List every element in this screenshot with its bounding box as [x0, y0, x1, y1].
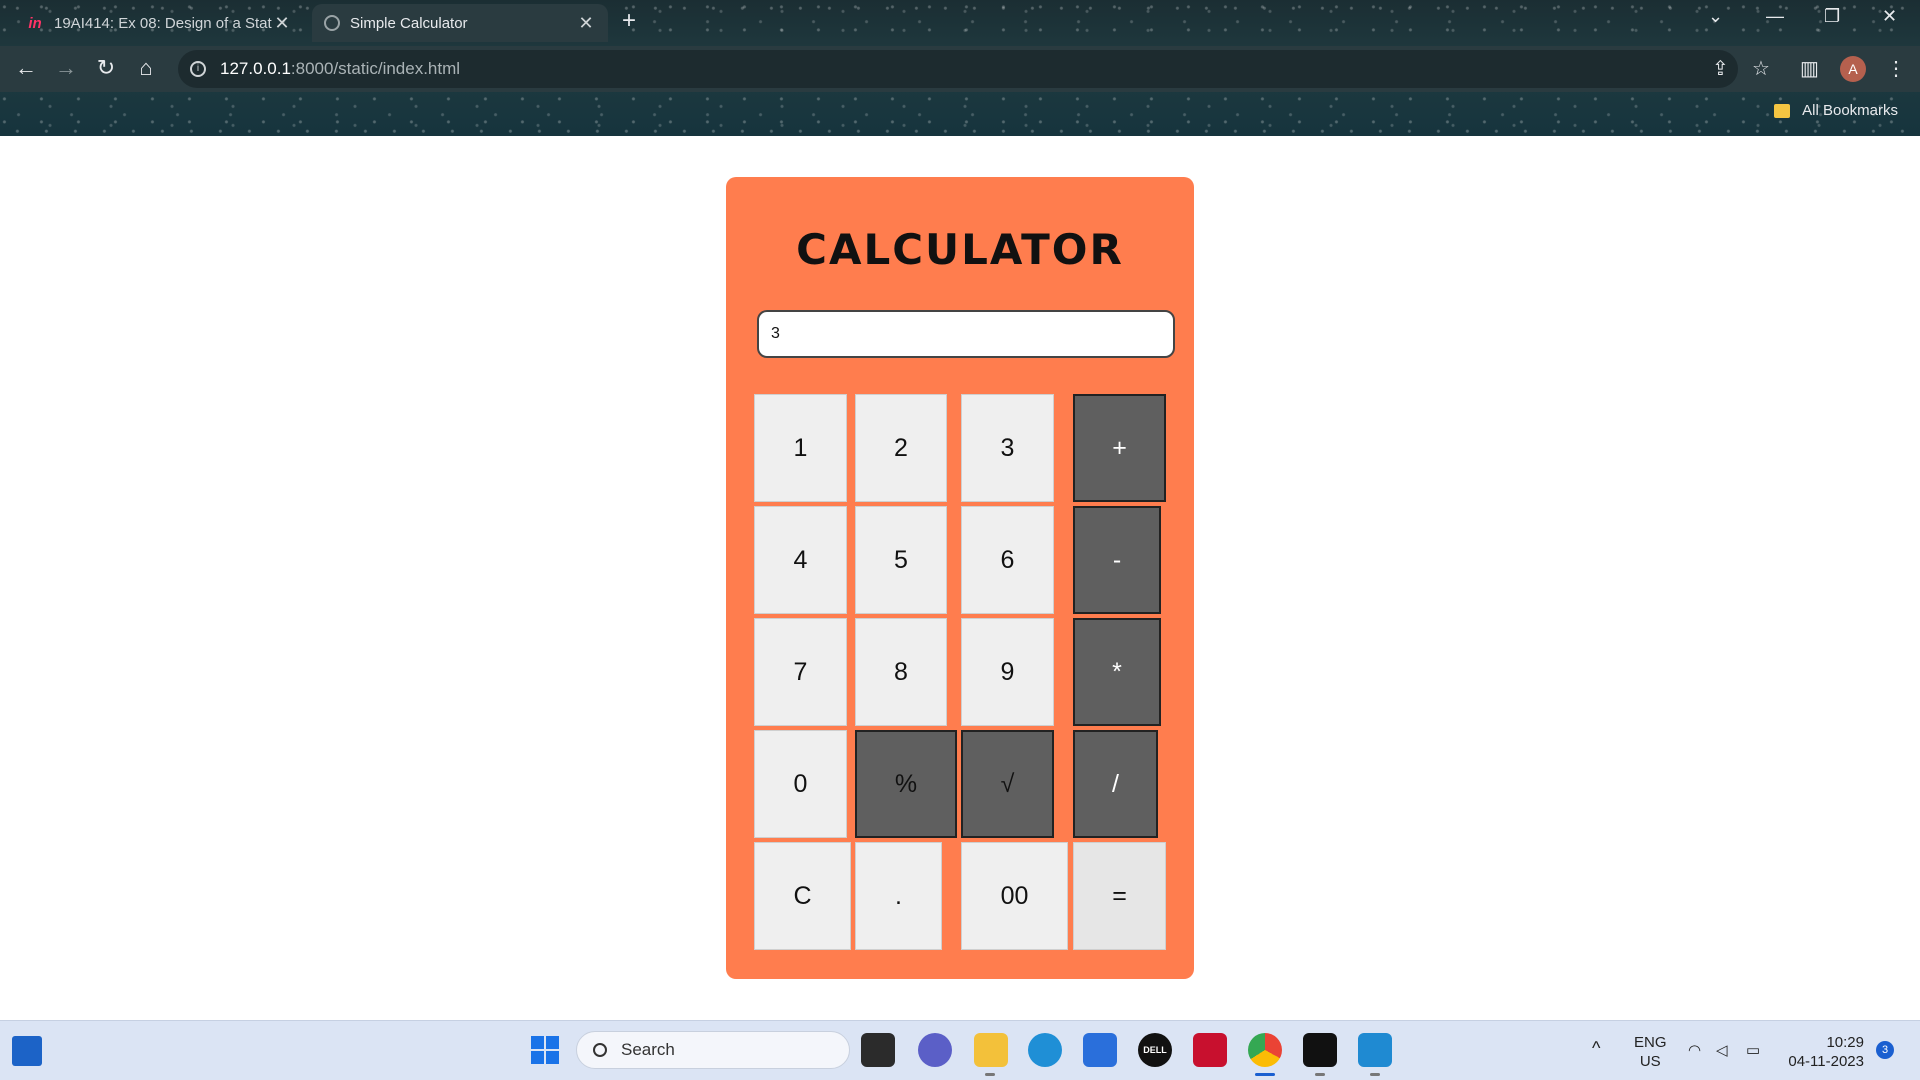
close-tab-icon[interactable]: ✕ [272, 13, 292, 34]
key-3[interactable]: 3 [961, 394, 1054, 502]
side-panel-icon[interactable]: ▥ [1800, 56, 1819, 81]
language-label: ENG [1634, 1034, 1667, 1051]
reload-icon[interactable]: ↻ [92, 56, 120, 80]
invision-icon: in [28, 14, 42, 32]
windows-taskbar: Search DELL ^ ENG US ◠ ◁ ▭ 10:29 04-11-2… [0, 1020, 1920, 1080]
home-icon[interactable]: ⌂ [132, 56, 160, 80]
key-clear[interactable]: C [754, 842, 851, 950]
calculator-display[interactable] [757, 310, 1175, 358]
key-0[interactable]: 0 [754, 730, 847, 838]
task-view-icon[interactable] [861, 1033, 895, 1067]
windows-start-icon[interactable] [528, 1033, 562, 1067]
search-label: Search [621, 1040, 675, 1059]
url-path: :8000/static/index.html [290, 59, 461, 78]
key-6[interactable]: 6 [961, 506, 1054, 614]
edge-browser-icon[interactable] [1028, 1033, 1062, 1067]
minimize-button[interactable]: — [1766, 6, 1784, 27]
widgets-icon[interactable] [12, 1036, 42, 1066]
time-label: 10:29 [1826, 1034, 1864, 1051]
notification-badge[interactable]: 3 [1876, 1041, 1894, 1059]
battery-icon[interactable]: ▭ [1746, 1041, 1760, 1060]
forward-icon[interactable]: → [52, 56, 80, 80]
site-info-icon[interactable]: i [190, 61, 206, 77]
key-1[interactable]: 1 [754, 394, 847, 502]
folder-icon [1774, 103, 1791, 118]
vscode-icon[interactable] [1358, 1033, 1392, 1067]
language-indicator[interactable]: ENG US [1634, 1033, 1667, 1071]
running-indicator [985, 1073, 995, 1076]
key-2[interactable]: 2 [855, 394, 947, 502]
key-minus[interactable]: - [1073, 506, 1161, 614]
tab-strip: in 19AI414: Ex 08: Design of a Stat ✕ Si… [0, 0, 1920, 42]
running-indicator [1370, 1073, 1380, 1076]
close-window-button[interactable]: ✕ [1882, 6, 1897, 27]
running-indicator [1315, 1073, 1325, 1076]
microsoft-store-icon[interactable] [1083, 1033, 1117, 1067]
tab-ex08[interactable]: in 19AI414: Ex 08: Design of a Stat ✕ [14, 4, 304, 42]
key-equals[interactable]: = [1073, 842, 1166, 950]
tab-search-icon[interactable]: ⌄ [1708, 6, 1723, 27]
tab-title: 19AI414: Ex 08: Design of a Stat [54, 14, 272, 32]
tab-simple-calculator[interactable]: Simple Calculator ✕ [312, 4, 608, 42]
url-text: 127.0.0.1:8000/static/index.html [220, 59, 460, 79]
key-double-zero[interactable]: 00 [961, 842, 1068, 950]
page-content: CALCULATOR 1 2 3 + 4 5 6 - 7 8 9 * 0 % √… [0, 136, 1920, 1020]
key-9[interactable]: 9 [961, 618, 1054, 726]
key-8[interactable]: 8 [855, 618, 947, 726]
restore-button[interactable]: ❐ [1824, 6, 1840, 27]
menu-kebab-icon[interactable]: ⋮ [1886, 56, 1906, 81]
bookmarks-bar: All Bookmarks [0, 92, 1920, 136]
file-explorer-icon[interactable] [974, 1033, 1008, 1067]
volume-icon[interactable]: ◁ [1716, 1041, 1728, 1060]
key-divide[interactable]: / [1073, 730, 1158, 838]
share-icon[interactable]: ⇪ [1712, 56, 1729, 81]
key-sqrt[interactable]: √ [961, 730, 1054, 838]
key-plus[interactable]: + [1073, 394, 1166, 502]
calculator-title: CALCULATOR [796, 225, 1124, 274]
browser-chrome: in 19AI414: Ex 08: Design of a Stat ✕ Si… [0, 0, 1920, 136]
search-icon [593, 1043, 607, 1057]
profile-avatar[interactable]: A [1840, 56, 1866, 82]
chrome-icon[interactable] [1248, 1033, 1282, 1067]
globe-icon [324, 15, 340, 31]
key-dot[interactable]: . [855, 842, 942, 950]
tab-title: Simple Calculator [350, 14, 468, 32]
close-tab-icon[interactable]: ✕ [576, 13, 596, 34]
address-bar[interactable]: i 127.0.0.1:8000/static/index.html [178, 50, 1738, 88]
teams-chat-icon[interactable] [918, 1033, 952, 1067]
browser-toolbar: ← → ↻ ⌂ i 127.0.0.1:8000/static/index.ht… [0, 46, 1920, 92]
show-hidden-icons-icon[interactable]: ^ [1592, 1039, 1600, 1058]
key-5[interactable]: 5 [855, 506, 947, 614]
region-label: US [1639, 1053, 1661, 1070]
terminal-icon[interactable] [1303, 1033, 1337, 1067]
bookmark-star-icon[interactable]: ☆ [1752, 56, 1770, 81]
all-bookmarks-label: All Bookmarks [1802, 102, 1898, 119]
key-percent[interactable]: % [855, 730, 957, 838]
all-bookmarks-button[interactable]: All Bookmarks [1774, 102, 1898, 119]
mcafee-icon[interactable] [1193, 1033, 1227, 1067]
clock[interactable]: 10:29 04-11-2023 [1784, 1033, 1864, 1071]
taskbar-search[interactable]: Search [576, 1031, 850, 1069]
key-4[interactable]: 4 [754, 506, 847, 614]
active-indicator [1255, 1073, 1275, 1076]
url-host: 127.0.0.1 [220, 59, 291, 78]
back-icon[interactable]: ← [12, 56, 40, 80]
date-label: 04-11-2023 [1788, 1053, 1864, 1070]
key-7[interactable]: 7 [754, 618, 847, 726]
wifi-icon[interactable]: ◠ [1688, 1041, 1701, 1060]
dell-icon[interactable]: DELL [1138, 1033, 1172, 1067]
key-multiply[interactable]: * [1073, 618, 1161, 726]
new-tab-button[interactable]: + [622, 8, 636, 34]
calculator-panel: CALCULATOR 1 2 3 + 4 5 6 - 7 8 9 * 0 % √… [726, 177, 1194, 979]
